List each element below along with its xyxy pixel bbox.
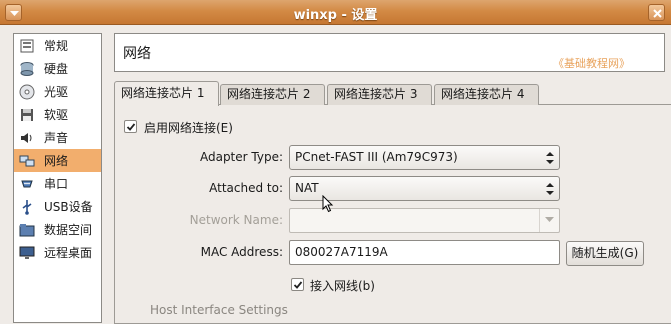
mac-address-field[interactable]: 080027A7119A	[289, 240, 560, 265]
sound-icon	[18, 129, 36, 147]
tab-adapter-2[interactable]: 网络连接芯片 2	[220, 84, 325, 105]
spin-arrows-icon	[546, 183, 554, 195]
sidebar-item-label: 光驱	[44, 85, 69, 99]
harddisk-icon	[18, 60, 36, 78]
remote-desktop-icon	[18, 244, 36, 262]
host-interface-section-title: Host Interface Settings	[150, 303, 288, 317]
enable-adapter-label[interactable]: 启用网络连接(E)	[144, 119, 233, 136]
sidebar-item-label: 远程桌面	[44, 246, 93, 260]
section-header: 网络 《基础教程网》	[114, 33, 665, 72]
sidebar-item-label: 数据空间	[44, 223, 93, 237]
network-name-label: Network Name:	[189, 213, 283, 227]
cdrom-icon	[18, 83, 36, 101]
sidebar-item-label: 串口	[44, 177, 69, 191]
close-icon	[653, 9, 662, 18]
checkmark-icon	[293, 281, 303, 289]
sidebar-item-label: 软驱	[44, 108, 69, 122]
sidebar-item-shared-folders[interactable]: 数据空间	[14, 218, 101, 241]
generate-mac-button[interactable]: 随机生成(G)	[566, 241, 644, 266]
tab-adapter-1[interactable]: 网络连接芯片 1	[114, 81, 219, 106]
sidebar-item-label: 常规	[44, 39, 69, 53]
usb-icon	[18, 198, 36, 216]
settings-category-list: 常规 硬盘 光驱 软驱 声音 网络 串口 USB设备 数据空间 远程桌面	[13, 33, 102, 323]
sidebar-item-label: 网络	[44, 154, 69, 168]
enable-adapter-checkbox[interactable]	[124, 120, 137, 133]
sidebar-item-harddisk[interactable]: 硬盘	[14, 57, 101, 80]
spin-arrows-icon	[546, 152, 554, 164]
serial-port-icon	[18, 175, 36, 193]
adapter-type-value: PCnet-FAST III (Am79C973)	[295, 150, 458, 164]
sidebar-item-general[interactable]: 常规	[14, 34, 101, 57]
page-title: 网络	[123, 46, 151, 62]
sidebar-item-remote-desktop[interactable]: 远程桌面	[14, 241, 101, 264]
cable-connected-label[interactable]: 接入网线(b)	[310, 277, 375, 294]
tab-adapter-4[interactable]: 网络连接芯片 4	[434, 84, 539, 105]
tab-adapter-3[interactable]: 网络连接芯片 3	[327, 84, 432, 105]
adapter-type-select[interactable]: PCnet-FAST III (Am79C973)	[289, 145, 560, 170]
attached-to-label: Attached to:	[209, 181, 283, 195]
shared-folder-icon	[18, 221, 36, 239]
mac-address-label: MAC Address:	[200, 245, 283, 259]
sidebar-item-cdrom[interactable]: 光驱	[14, 80, 101, 103]
checkmark-icon	[126, 123, 136, 131]
sidebar-item-serial-port[interactable]: 串口	[14, 172, 101, 195]
attached-to-value: NAT	[295, 181, 319, 195]
sidebar-item-floppy[interactable]: 软驱	[14, 103, 101, 126]
sidebar-item-usb[interactable]: USB设备	[14, 195, 101, 218]
network-name-dropdown-button	[539, 209, 559, 232]
general-icon	[18, 37, 36, 55]
sidebar-item-sound[interactable]: 声音	[14, 126, 101, 149]
floppy-icon	[18, 106, 36, 124]
sidebar-item-label: USB设备	[44, 200, 93, 214]
sidebar-item-label: 声音	[44, 131, 69, 145]
mouse-cursor-icon	[322, 195, 334, 213]
sidebar-item-network[interactable]: 网络	[14, 149, 101, 172]
title-bar: winxp - 设置	[0, 0, 671, 25]
cable-connected-checkbox[interactable]	[291, 278, 304, 291]
close-button[interactable]	[648, 4, 665, 21]
network-icon	[18, 152, 36, 170]
watermark-text: 《基础教程网》	[553, 57, 630, 70]
window-title: winxp - 设置	[293, 8, 378, 23]
sidebar-item-label: 硬盘	[44, 62, 69, 76]
chevron-down-icon	[545, 217, 554, 222]
adapter-type-label: Adapter Type:	[199, 150, 283, 164]
